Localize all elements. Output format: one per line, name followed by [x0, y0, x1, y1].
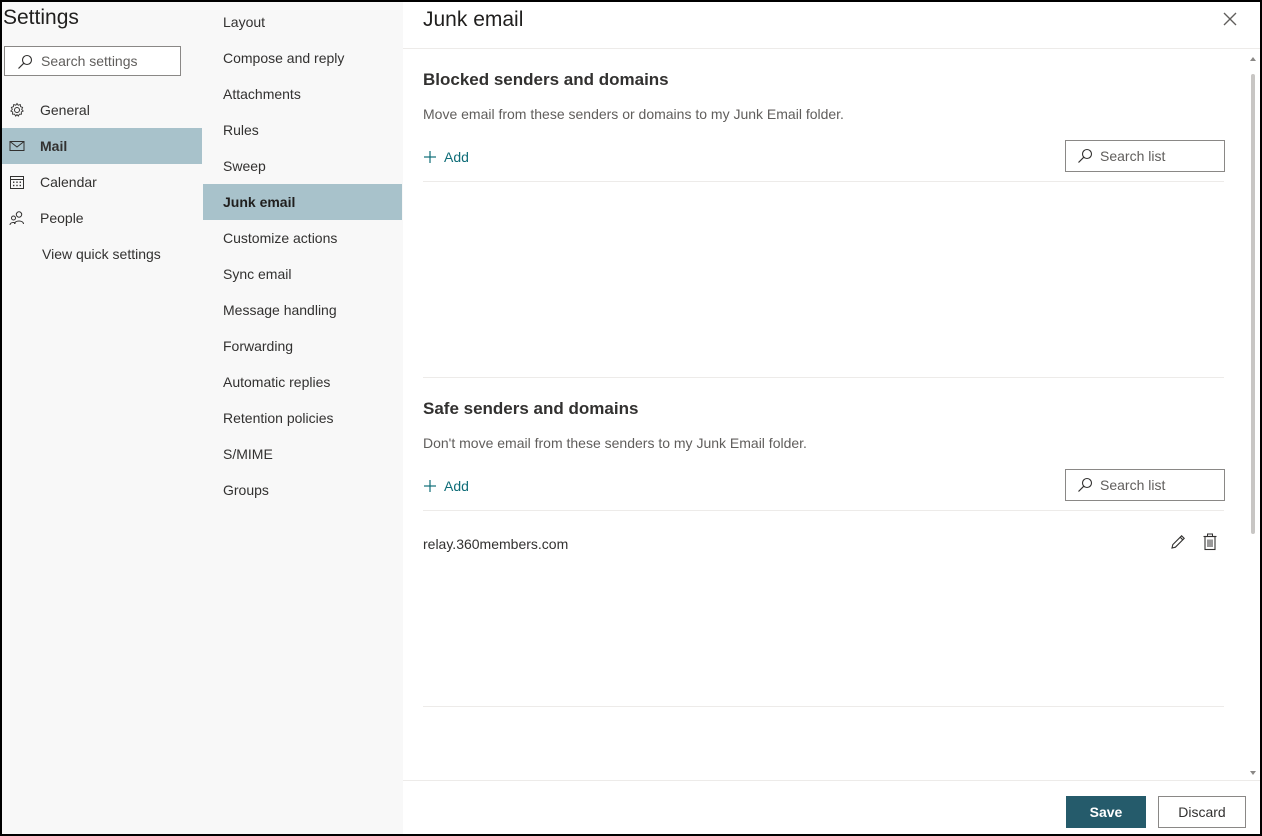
- search-icon: [1078, 477, 1093, 492]
- subnav-item-label: Sync email: [223, 266, 292, 282]
- safe-sender-domain: relay.360members.com: [423, 536, 569, 552]
- header-divider: [403, 48, 1260, 49]
- divider: [423, 377, 1224, 378]
- subnav-item-forwarding[interactable]: Forwarding: [203, 328, 402, 364]
- safe-list-search-box[interactable]: [1065, 469, 1225, 501]
- blocked-senders-title: Blocked senders and domains: [423, 70, 669, 89]
- divider: [423, 510, 1224, 511]
- subnav-item-layout[interactable]: Layout: [203, 4, 402, 40]
- settings-title: Settings: [3, 6, 79, 29]
- divider: [423, 706, 1224, 707]
- subnav-item-label: Attachments: [223, 86, 301, 102]
- nav-item-general[interactable]: General: [2, 92, 202, 128]
- safe-list-search-input[interactable]: [1100, 470, 1220, 500]
- add-label: Add: [444, 478, 469, 494]
- subnav-item-label: Forwarding: [223, 338, 294, 354]
- nav-item-mail[interactable]: Mail: [2, 128, 202, 164]
- search-icon: [1078, 148, 1093, 163]
- scroll-down-arrow-icon[interactable]: [1249, 770, 1257, 776]
- subnav-item-groups[interactable]: Groups: [203, 472, 402, 508]
- subnav-item-attachments[interactable]: Attachments: [203, 76, 402, 112]
- subnav-item-label: Automatic replies: [223, 374, 331, 390]
- calendar-icon: [10, 176, 24, 189]
- subnav-item-customize-actions[interactable]: Customize actions: [203, 220, 402, 256]
- subnav-item-junk-email[interactable]: Junk email: [203, 184, 402, 220]
- people-icon: [9, 211, 24, 226]
- settings-nav: Settings General Mail: [2, 2, 202, 834]
- blocked-list-search-input[interactable]: [1100, 141, 1220, 171]
- subnav-item-sweep[interactable]: Sweep: [203, 148, 402, 184]
- subnav-item-smime[interactable]: S/MIME: [203, 436, 402, 472]
- settings-search-input[interactable]: [41, 47, 177, 75]
- safe-senders-title: Safe senders and domains: [423, 399, 639, 418]
- trash-icon[interactable]: [1200, 532, 1220, 552]
- subnav-item-label: Sweep: [223, 158, 266, 174]
- subnav-item-label: Layout: [223, 14, 266, 30]
- add-label: Add: [444, 149, 469, 165]
- subnav-item-sync-email[interactable]: Sync email: [203, 256, 402, 292]
- subnav-item-retention-policies[interactable]: Retention policies: [203, 400, 402, 436]
- subnav-item-label: S/MIME: [223, 446, 273, 462]
- nav-item-people[interactable]: People: [2, 200, 202, 236]
- subnav-item-label: Junk email: [223, 194, 296, 210]
- close-icon[interactable]: [1221, 10, 1239, 28]
- divider: [423, 181, 1224, 182]
- mail-subnav: Layout Compose and reply Attachments Rul…: [202, 2, 403, 834]
- nav-item-label: Calendar: [40, 174, 97, 190]
- subnav-item-compose-and-reply[interactable]: Compose and reply: [203, 40, 402, 76]
- nav-item-calendar[interactable]: Calendar: [2, 164, 202, 200]
- discard-button[interactable]: Discard: [1158, 796, 1246, 828]
- subnav-item-automatic-replies[interactable]: Automatic replies: [203, 364, 402, 400]
- scrollbar-thumb[interactable]: [1251, 74, 1255, 534]
- subnav-item-label: Compose and reply: [223, 50, 345, 66]
- nav-item-label: General: [40, 102, 90, 118]
- settings-window: Settings General Mail: [0, 0, 1262, 836]
- subnav-item-label: Customize actions: [223, 230, 338, 246]
- blocked-list-search-box[interactable]: [1065, 140, 1225, 172]
- settings-search-box[interactable]: [4, 46, 181, 76]
- junk-email-pane: Junk email Blocked senders and domains M…: [403, 2, 1260, 834]
- subnav-item-label: Rules: [223, 122, 259, 138]
- footer-divider: [403, 780, 1260, 781]
- list-item: relay.360members.com: [423, 532, 1224, 556]
- subnav-item-message-handling[interactable]: Message handling: [203, 292, 402, 328]
- scroll-up-arrow-icon[interactable]: [1249, 56, 1257, 62]
- search-icon: [18, 54, 33, 69]
- subnav-item-rules[interactable]: Rules: [203, 112, 402, 148]
- blocked-senders-description: Move email from these senders or domains…: [423, 106, 844, 122]
- subnav-item-label: Retention policies: [223, 410, 334, 426]
- save-button[interactable]: Save: [1066, 796, 1146, 828]
- envelope-icon: [9, 141, 25, 151]
- plus-icon: [424, 480, 436, 492]
- plus-icon: [424, 151, 436, 163]
- nav-item-label: Mail: [40, 138, 68, 154]
- page-title: Junk email: [423, 8, 524, 31]
- nav-item-label: People: [40, 210, 84, 226]
- scrollbar[interactable]: [1247, 54, 1259, 778]
- subnav-item-label: Message handling: [223, 302, 337, 318]
- gear-icon: [10, 102, 24, 117]
- pencil-icon[interactable]: [1168, 532, 1188, 552]
- view-quick-settings-link[interactable]: View quick settings: [42, 246, 161, 262]
- safe-senders-description: Don't move email from these senders to m…: [423, 435, 807, 451]
- subnav-item-label: Groups: [223, 482, 269, 498]
